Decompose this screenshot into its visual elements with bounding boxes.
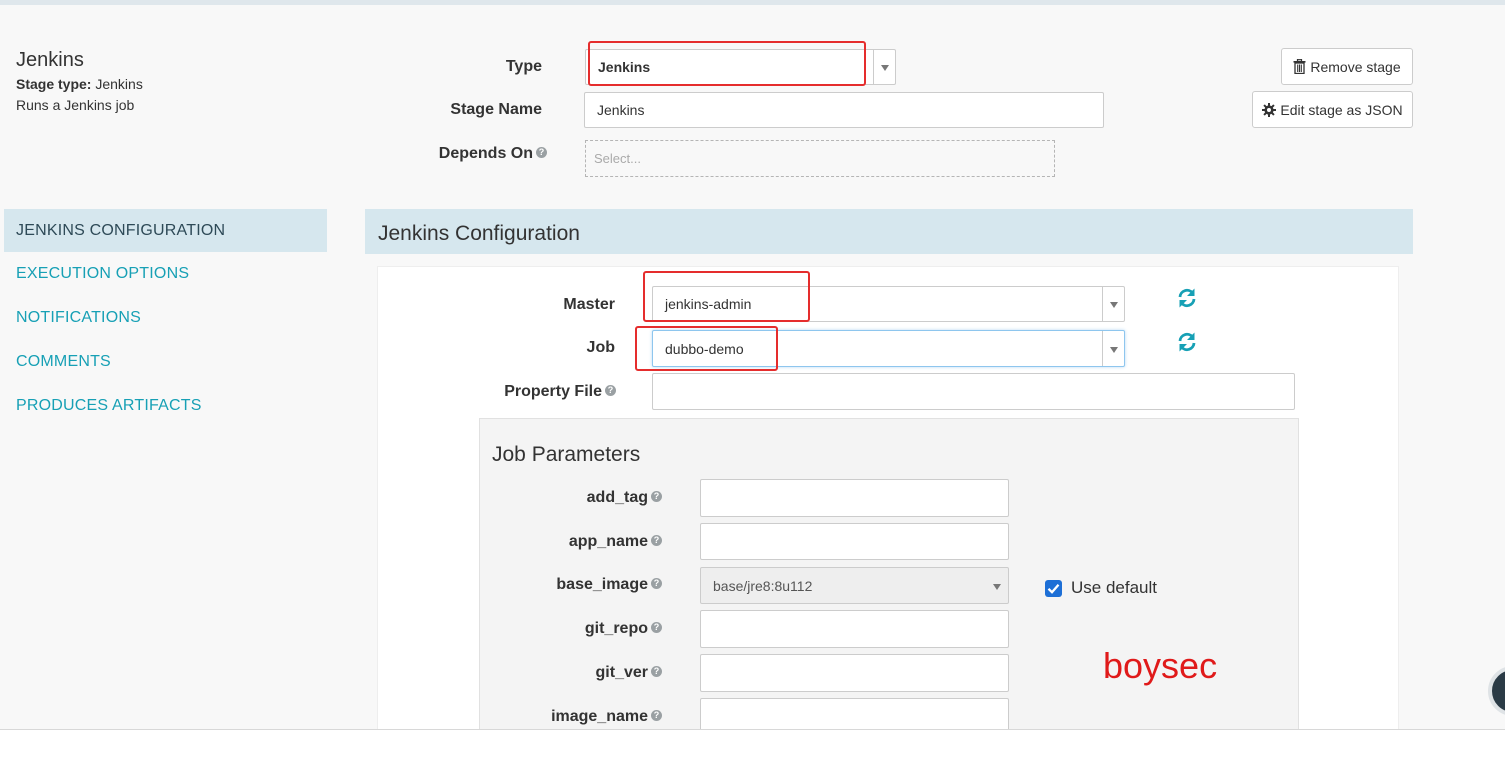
help-icon[interactable]: ?	[651, 666, 662, 678]
remove-stage-button[interactable]: Remove stage	[1281, 48, 1413, 85]
stage-name-label: Stage Name	[450, 101, 542, 118]
stage-type: Stage type: Jenkins	[16, 76, 143, 92]
watermark-text: boysec	[1103, 645, 1218, 686]
nav-item-notifications[interactable]: NOTIFICATIONS	[16, 309, 141, 327]
param-label-app-name: app_name?	[500, 533, 662, 551]
bottom-divider	[0, 729, 1505, 730]
param-select-value: base/jre8:8u112	[713, 577, 813, 594]
edit-stage-json-button[interactable]: Edit stage as JSON	[1252, 91, 1413, 128]
help-icon[interactable]: ?	[651, 491, 662, 503]
floating-action-button[interactable]	[1488, 666, 1505, 716]
param-name: git_repo	[584, 620, 648, 637]
help-icon[interactable]: ?	[651, 622, 662, 634]
chevron-down-icon	[993, 583, 1001, 590]
param-label-add-tag: add_tag?	[500, 489, 662, 507]
annotation-box-type	[588, 41, 866, 86]
nav-item-jenkins-configuration[interactable]: JENKINS CONFIGURATION	[16, 222, 225, 240]
job-parameters-title: Job Parameters	[492, 443, 641, 466]
master-label: Master	[563, 296, 615, 313]
nav-item-execution-options[interactable]: EXECUTION OPTIONS	[16, 265, 189, 283]
stage-config-page: Jenkins Stage type: Jenkins Runs a Jenki…	[0, 0, 1505, 730]
section-title: Jenkins Configuration	[378, 222, 580, 245]
job-label: Job	[586, 339, 615, 356]
stage-description: Runs a Jenkins job	[16, 97, 135, 113]
param-label-base-image: base_image?	[500, 576, 662, 594]
use-default-checkbox[interactable]	[1045, 580, 1062, 597]
param-input-git-ver[interactable]	[700, 654, 1009, 692]
param-label-image-name: image_name?	[500, 708, 662, 726]
param-name: add_tag	[586, 489, 648, 506]
stage-title: Jenkins	[16, 49, 84, 71]
param-input-git-repo[interactable]	[700, 610, 1009, 648]
check-icon	[1047, 584, 1060, 594]
remove-stage-label: Remove stage	[1310, 58, 1401, 75]
annotation-box-master	[643, 271, 810, 322]
chevron-down-icon	[1110, 302, 1118, 308]
chevron-down-icon	[881, 65, 889, 71]
stage-type-label: Stage type:	[16, 76, 92, 92]
param-label-git-repo: git_repo?	[500, 620, 662, 638]
param-name: app_name	[568, 533, 648, 550]
use-default-label: Use default	[1071, 578, 1157, 597]
top-bar	[0, 0, 1505, 5]
param-name: image_name	[551, 708, 648, 725]
gear-icon	[1262, 102, 1277, 117]
help-icon[interactable]: ?	[605, 385, 616, 397]
refresh-icon[interactable]	[1176, 331, 1198, 353]
edit-stage-json-label: Edit stage as JSON	[1280, 101, 1403, 118]
help-icon[interactable]: ?	[651, 535, 662, 547]
param-input-app-name[interactable]	[700, 523, 1009, 560]
chevron-down-icon	[1110, 346, 1118, 353]
param-name: git_ver	[595, 664, 648, 681]
property-file-label-text: Property File	[504, 383, 602, 400]
param-label-git-ver: git_ver?	[500, 664, 662, 682]
param-input-add-tag[interactable]	[700, 479, 1009, 517]
nav-item-comments[interactable]: COMMENTS	[16, 353, 111, 371]
param-select-base-image[interactable]: base/jre8:8u112	[700, 567, 1009, 604]
stage-name-input[interactable]	[584, 92, 1104, 128]
param-input-image-name[interactable]	[700, 698, 1009, 730]
help-icon[interactable]: ?	[651, 710, 662, 722]
depends-on-select[interactable]: Select...	[585, 140, 1055, 177]
section-header: Jenkins Configuration	[365, 209, 1413, 254]
stage-type-value: Jenkins	[95, 76, 143, 92]
depends-on-label: Depends On?	[402, 145, 547, 163]
param-name: base_image	[556, 576, 648, 593]
nav-item-produces-artifacts[interactable]: PRODUCES ARTIFACTS	[16, 397, 202, 415]
trash-icon	[1293, 59, 1306, 74]
property-file-label: Property File?	[470, 383, 616, 401]
depends-on-label-text: Depends On	[438, 145, 533, 162]
refresh-icon[interactable]	[1176, 287, 1198, 309]
help-icon[interactable]: ?	[651, 578, 662, 590]
property-file-input[interactable]	[652, 373, 1295, 410]
annotation-box-job	[635, 326, 778, 371]
type-label: Type	[505, 58, 542, 75]
help-icon[interactable]: ?	[536, 147, 547, 159]
